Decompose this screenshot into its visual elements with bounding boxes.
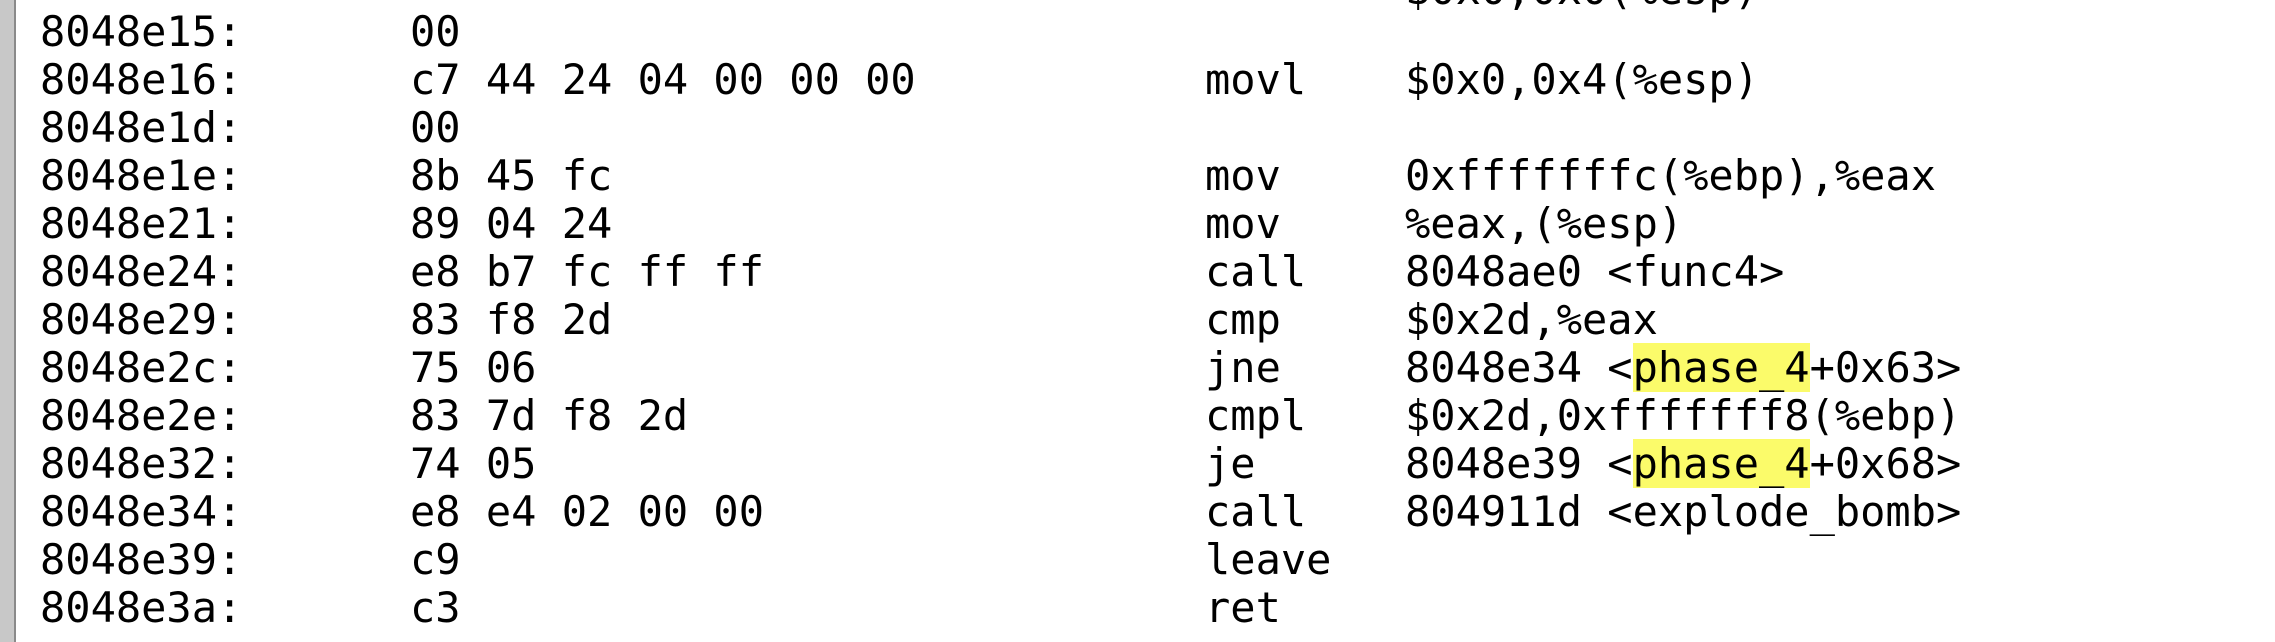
operands: $0x2d,0xfffffff8(%ebp) xyxy=(1405,392,1961,440)
disasm-line: 8048e32: 74 05 je 8048e39 <phase_4+0x68> xyxy=(0,439,2275,488)
address: 8048e21: xyxy=(40,199,243,248)
operands: $0x2d,%eax xyxy=(1405,296,1658,344)
search-highlight: phase_4 xyxy=(1632,439,1810,488)
disasm-line: 8048e3a: c3 ret xyxy=(0,584,2275,632)
mnemonic: movl xyxy=(1205,55,1307,104)
mnemonic: call xyxy=(1205,487,1307,536)
opcode-bytes: c9 xyxy=(410,535,461,584)
operands: 804911d <explode_bomb> xyxy=(1405,488,1961,536)
mnemonic: jne xyxy=(1205,343,1281,392)
address: 8048e2c: xyxy=(40,343,243,392)
address: 8048e2e: xyxy=(40,391,243,440)
search-highlight: phase_4 xyxy=(1632,343,1810,392)
operands: 8048e39 <phase_4+0x68> xyxy=(1405,439,1962,488)
opcode-bytes: e8 e4 02 00 00 xyxy=(410,487,765,536)
operand-suffix: +0x63> xyxy=(1809,343,1962,392)
opcode-bytes: 00 xyxy=(410,103,461,152)
operand-text: 8048ae0 <func4> xyxy=(1405,247,1785,296)
opcode-bytes: c3 xyxy=(410,583,461,632)
operand-suffix: +0x68> xyxy=(1809,439,1962,488)
operand-text: 8048e39 < xyxy=(1405,439,1633,488)
disasm-line: 8048e24: e8 b7 fc ff ff call 8048ae0 <func4… xyxy=(0,248,2275,296)
disasm-line: 8048e29: 83 f8 2d cmp $0x2d,%eax xyxy=(0,296,2275,344)
disasm-line: 8048e1d: 00 xyxy=(0,104,2275,152)
operand-text: 804911d <explode_bomb> xyxy=(1405,487,1962,536)
operand-text: $0x0,0x4(%esp) xyxy=(1405,55,1760,104)
mnemonic: cmp xyxy=(1205,295,1281,344)
mnemonic: ret xyxy=(1205,583,1281,632)
operands: 8048ae0 <func4> xyxy=(1405,248,1784,296)
opcode-bytes: 8b 45 fc xyxy=(410,151,613,200)
address: 8048e24: xyxy=(40,247,243,296)
operands: %eax,(%esp) xyxy=(1405,200,1683,248)
mnemonic: mov xyxy=(1205,151,1281,200)
opcode-bytes: 75 06 xyxy=(410,343,537,392)
operands: 8048e34 <phase_4+0x63> xyxy=(1405,343,1962,392)
address: 8048e34: xyxy=(40,487,243,536)
address: 8048e32: xyxy=(40,439,243,488)
operand-text: $0x2d,0xfffffff8(%ebp) xyxy=(1405,391,1962,440)
disasm-line: 8048e2e: 83 7d f8 2d cmpl $0x2d,0xfffffff8(… xyxy=(0,392,2275,440)
opcode-bytes: e8 b7 fc ff ff xyxy=(410,247,765,296)
operand-text: 8048e34 < xyxy=(1405,343,1633,392)
disasm-line: 8048e39: c9 leave xyxy=(0,536,2275,584)
address: 8048e3a: xyxy=(40,583,243,632)
disasm-line: 8048e1e: 8b 45 fc mov 0xfffffffc(%ebp),%eax xyxy=(0,152,2275,200)
operands: $0x0,0x4(%esp) xyxy=(1405,56,1759,104)
mnemonic: je xyxy=(1205,439,1256,488)
address: 8048e16: xyxy=(40,55,243,104)
disasm-line: 8048e15: 00 xyxy=(0,8,2275,56)
opcode-bytes: 00 xyxy=(410,7,461,56)
address: 8048e1d: xyxy=(40,103,243,152)
opcode-bytes: 89 04 24 xyxy=(410,199,613,248)
operand-text: 0xfffffffc(%ebp),%eax xyxy=(1405,151,1937,200)
terminal-window[interactable]: $0x0,0x0(%esp) 8048e15:008048e16:c7 44 2… xyxy=(0,0,2275,642)
mnemonic: call xyxy=(1205,247,1307,296)
opcode-bytes: 83 f8 2d xyxy=(410,295,613,344)
disasm-line: 8048e21: 89 04 24 mov %eax,(%esp) xyxy=(0,200,2275,248)
mnemonic: cmpl xyxy=(1205,391,1307,440)
mnemonic: mov xyxy=(1205,199,1281,248)
operands: 0xfffffffc(%ebp),%eax xyxy=(1405,152,1936,200)
opcode-bytes: 83 7d f8 2d xyxy=(410,391,689,440)
opcode-bytes: 74 05 xyxy=(410,439,537,488)
address: 8048e29: xyxy=(40,295,243,344)
address: 8048e39: xyxy=(40,535,243,584)
disasm-line: 8048e34: e8 e4 02 00 00 call 804911d <explo… xyxy=(0,488,2275,536)
opcode-bytes: c7 44 24 04 00 00 00 xyxy=(410,55,916,104)
mnemonic: leave xyxy=(1205,535,1332,584)
operand-text: $0x2d,%eax xyxy=(1405,295,1658,344)
disasm-line: 8048e16: c7 44 24 04 00 00 00 movl $0x0,0x4… xyxy=(0,56,2275,104)
address: 8048e1e: xyxy=(40,151,243,200)
disasm-line: 8048e2c: 75 06 jne 8048e34 <phase_4+0x63> xyxy=(0,343,2275,392)
operand-text: %eax,(%esp) xyxy=(1405,199,1684,248)
address: 8048e15: xyxy=(40,7,243,56)
